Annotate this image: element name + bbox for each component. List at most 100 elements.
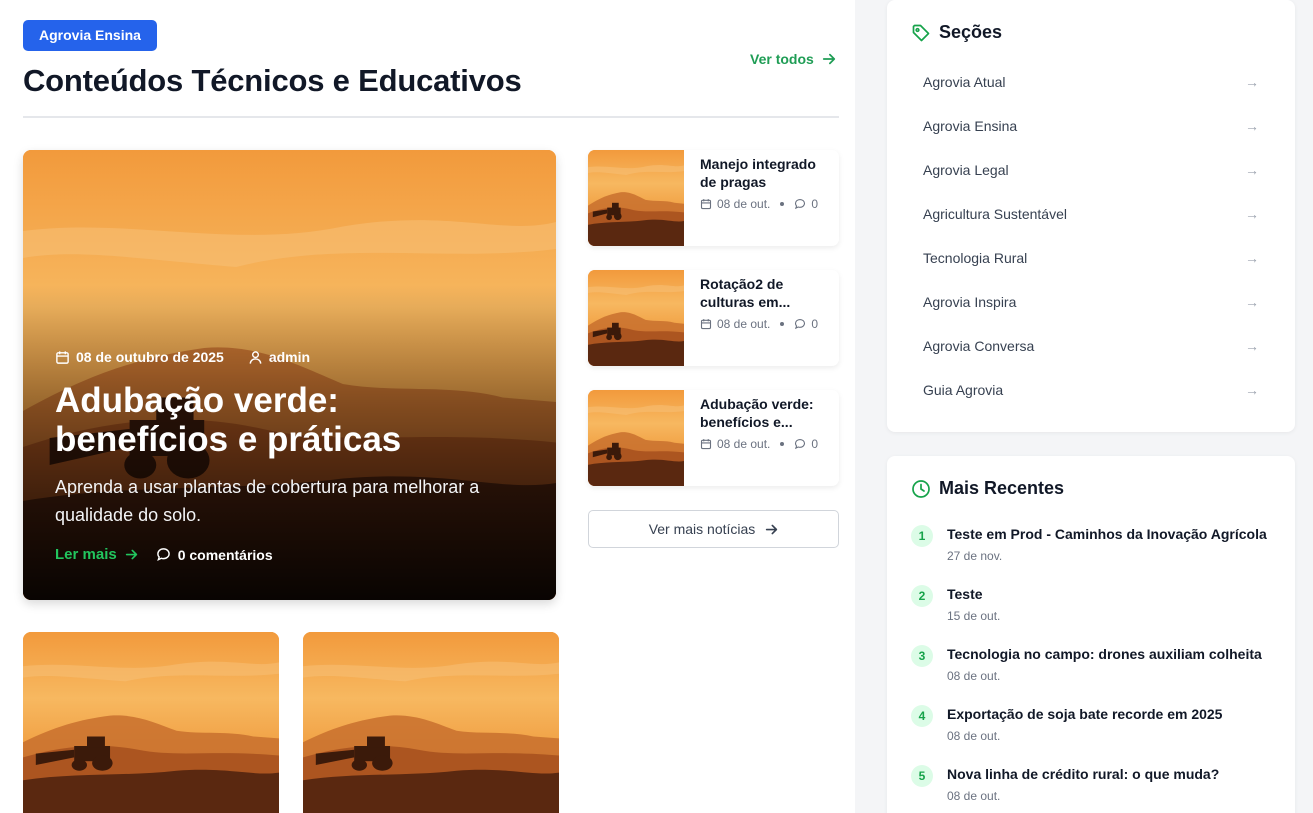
recent-panel: Mais Recentes 1 Teste em Prod - Caminhos… — [887, 456, 1295, 813]
featured-post-title[interactable]: Adubação verde: benefícios e práticas — [55, 381, 515, 459]
arrow-right-icon — [766, 524, 778, 534]
arrow-right-icon: → — [1245, 74, 1259, 90]
section-label: Agricultura Sustentável — [923, 206, 1067, 222]
arrow-right-icon: → — [1245, 118, 1259, 134]
meta-separator — [780, 442, 785, 446]
recent-item[interactable]: 3 Tecnologia no campo: drones auxiliam c… — [911, 642, 1281, 702]
comment-icon — [795, 318, 806, 330]
side-post-date: 08 de out. — [717, 437, 771, 451]
recent-item[interactable]: 2 Teste 15 de out. — [911, 582, 1281, 642]
side-post-title[interactable]: Rotação2 de culturas em... — [700, 275, 830, 311]
arrow-right-icon: → — [1245, 206, 1259, 222]
recent-heading: Mais Recentes — [911, 478, 1064, 499]
side-post-card[interactable]: Rotação2 de culturas em... 08 de out. 0 — [588, 270, 839, 366]
section-label: Tecnologia Rural — [923, 250, 1028, 266]
sections-title: Seções — [939, 22, 1003, 42]
section-label: Agrovia Ensina — [923, 118, 1018, 134]
category-badge[interactable]: Agrovia Ensina — [23, 20, 157, 51]
section-item-guia-agrovia[interactable]: Guia Agrovia → — [911, 368, 1271, 412]
meta-separator — [780, 322, 785, 326]
recent-item-date: 15 de out. — [947, 609, 1001, 623]
featured-post-excerpt: Aprenda a usar plantas de cobertura para… — [55, 477, 480, 525]
recent-item[interactable]: 5 Nova linha de crédito rural: o que mud… — [911, 762, 1281, 813]
arrow-right-icon: → — [1245, 250, 1259, 266]
title-divider — [23, 116, 839, 118]
side-post-meta: 08 de out. 0 — [700, 437, 818, 451]
section-label: Guia Agrovia — [923, 382, 1004, 398]
section-item-tecnologia-rural[interactable]: Tecnologia Rural → — [911, 236, 1271, 280]
clock-icon — [912, 479, 930, 498]
side-post-comments: 0 — [811, 197, 819, 211]
side-post-meta: 08 de out. 0 — [700, 317, 818, 331]
section-item-agrovia-inspira[interactable]: Agrovia Inspira → — [911, 280, 1271, 324]
calendar-icon — [700, 439, 712, 450]
recent-item-date: 08 de out. — [947, 669, 1001, 683]
recent-rank: 4 — [911, 705, 933, 727]
featured-post-author[interactable]: admin — [269, 349, 310, 365]
grid-post-image — [23, 632, 279, 813]
recent-rank: 2 — [911, 585, 933, 607]
see-all-link[interactable]: Ver todos — [750, 51, 836, 67]
side-post-comments: 0 — [811, 317, 819, 331]
recent-rank: 3 — [911, 645, 933, 667]
section-item-agrovia-ensina[interactable]: Agrovia Ensina → — [911, 104, 1271, 148]
featured-post-comments[interactable]: 0 comentários — [156, 547, 273, 563]
comment-icon — [795, 198, 806, 210]
side-post-card[interactable]: Adubação verde: benefícios e... 08 de ou… — [588, 390, 839, 486]
arrow-right-icon — [125, 549, 137, 560]
side-post-card[interactable]: Manejo integrado de pragas 08 de out. 0 — [588, 150, 839, 246]
image-overlay — [23, 150, 556, 600]
recent-item-title[interactable]: Tecnologia no campo: drones auxiliam col… — [947, 646, 1262, 662]
more-news-button[interactable]: Ver mais notícias — [588, 510, 839, 548]
side-post-title[interactable]: Adubação verde: benefícios e... — [700, 395, 830, 431]
section-item-agrovia-legal[interactable]: Agrovia Legal → — [911, 148, 1271, 192]
arrow-right-icon: → — [1245, 382, 1259, 398]
recent-item-date: 08 de out. — [947, 789, 1001, 803]
section-item-agrovia-conversa[interactable]: Agrovia Conversa → — [911, 324, 1271, 368]
recent-title: Mais Recentes — [939, 478, 1065, 498]
page-title: Conteúdos Técnicos e Educativos — [23, 63, 522, 98]
side-post-image — [588, 270, 684, 366]
arrow-right-icon: → — [1245, 162, 1259, 178]
recent-item-title[interactable]: Teste — [947, 586, 983, 602]
side-post-image — [588, 390, 684, 486]
read-more-link[interactable]: Ler mais — [55, 546, 138, 563]
comment-icon — [156, 548, 170, 561]
section-item-agricultura-sustentavel[interactable]: Agricultura Sustentável → — [911, 192, 1271, 236]
recent-item-title[interactable]: Exportação de soja bate recorde em 2025 — [947, 706, 1222, 722]
grid-post-image — [303, 632, 559, 813]
featured-post-date: 08 de outubro de 2025 — [76, 349, 224, 365]
section-item-agrovia-atual[interactable]: Agrovia Atual → — [911, 60, 1271, 104]
recent-list: 1 Teste em Prod - Caminhos da Inovação A… — [911, 522, 1281, 813]
user-icon — [249, 350, 262, 364]
arrow-right-icon — [822, 53, 835, 65]
featured-post-actions: Ler mais 0 comentários — [55, 546, 273, 563]
sections-list: Agrovia Atual → Agrovia Ensina → Agrovia L… — [911, 60, 1271, 412]
featured-post-meta: 08 de outubro de 2025 admin — [55, 349, 310, 365]
recent-rank: 1 — [911, 525, 933, 547]
side-post-title[interactable]: Manejo integrado de pragas — [700, 155, 830, 191]
comments-count: 0 comentários — [177, 546, 273, 563]
side-post-date: 08 de out. — [717, 317, 771, 331]
recent-item-date: 27 de nov. — [947, 549, 1003, 563]
main-content: Agrovia Ensina Conteúdos Técnicos e Educ… — [0, 0, 855, 813]
sections-panel: Seções Agrovia Atual → Agrovia Ensina → Ag… — [887, 0, 1295, 432]
section-label: Agrovia Atual — [923, 74, 1006, 90]
side-post-date: 08 de out. — [717, 197, 771, 211]
calendar-icon — [700, 319, 712, 330]
tag-icon — [912, 24, 930, 41]
meta-separator — [780, 202, 785, 206]
side-post-image — [588, 150, 684, 246]
arrow-right-icon: → — [1245, 294, 1259, 310]
recent-item[interactable]: 4 Exportação de soja bate recorde em 202… — [911, 702, 1281, 762]
recent-item[interactable]: 1 Teste em Prod - Caminhos da Inovação A… — [911, 522, 1281, 582]
grid-post-card[interactable] — [303, 632, 559, 813]
section-label: Agrovia Legal — [923, 162, 1009, 178]
recent-item-title[interactable]: Nova linha de crédito rural: o que muda? — [947, 766, 1219, 782]
featured-post-card[interactable]: 08 de outubro de 2025 admin Adubação ver… — [23, 150, 556, 600]
more-news-label: Ver mais notícias — [648, 521, 756, 537]
grid-post-card[interactable] — [23, 632, 279, 813]
recent-item-title[interactable]: Teste em Prod - Caminhos da Inovação Agr… — [947, 526, 1267, 542]
comment-icon — [795, 438, 806, 450]
see-all-label: Ver todos — [750, 51, 814, 67]
